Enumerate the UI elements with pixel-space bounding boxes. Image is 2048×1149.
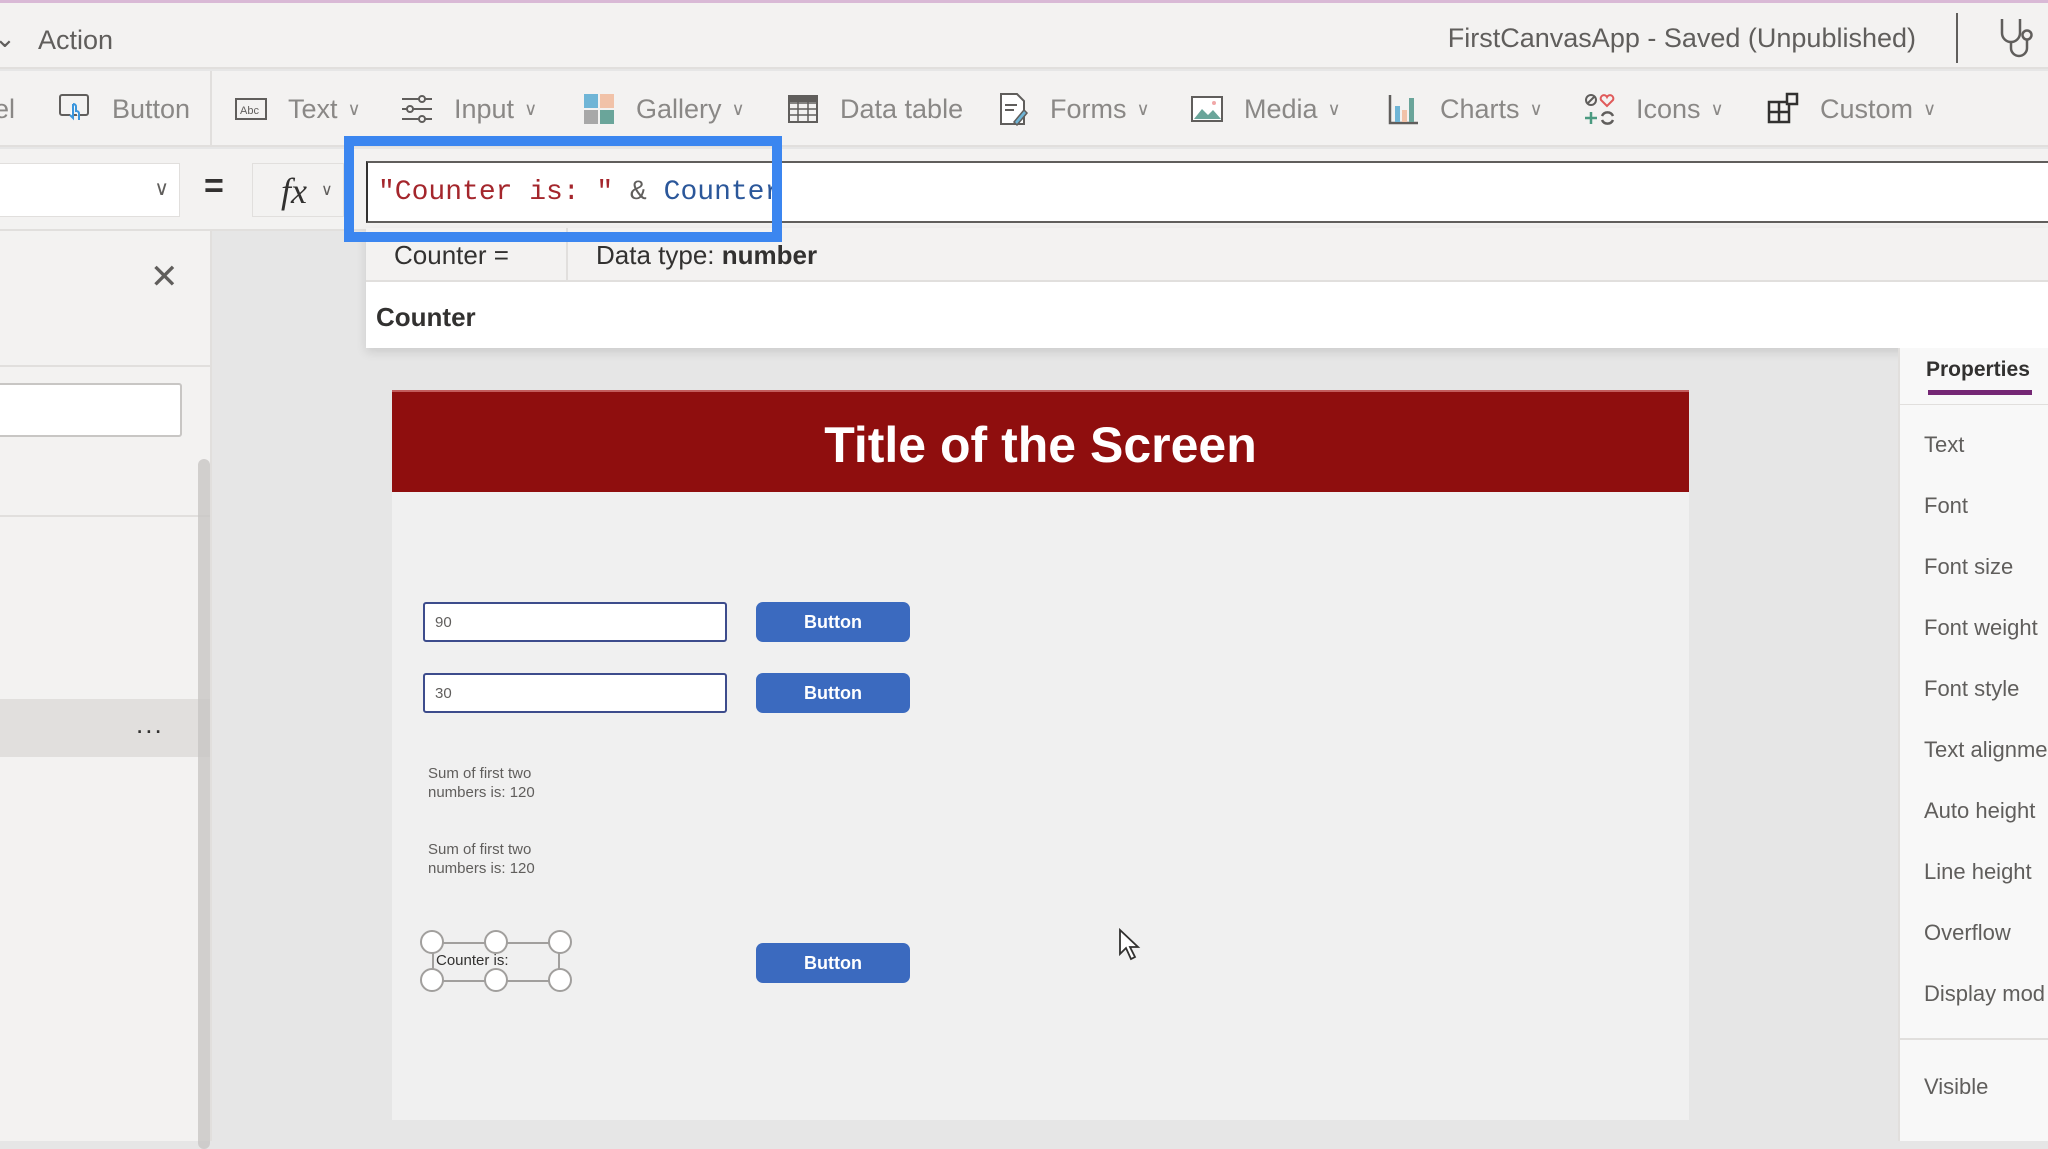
chevron-down-icon: ∨ bbox=[1923, 98, 1937, 119]
toolbar-forms[interactable]: Forms ∨ bbox=[996, 89, 1150, 129]
property-line-height[interactable]: Line height bbox=[1924, 859, 2032, 885]
toolbar-text[interactable]: Abc Text ∨ bbox=[234, 89, 361, 129]
toolbar-icons[interactable]: Icons ∨ bbox=[1582, 89, 1724, 129]
counter-label-selected[interactable]: Counter is: bbox=[420, 930, 572, 992]
intellisense-popup: Counter = Data type: number Counter bbox=[366, 228, 2048, 348]
text-input-1[interactable]: 90 bbox=[423, 602, 727, 642]
text-input-2[interactable]: 30 bbox=[423, 673, 727, 713]
chart-icon bbox=[1388, 95, 1418, 125]
property-visible[interactable]: Visible bbox=[1924, 1074, 1988, 1100]
sliders-icon bbox=[402, 95, 432, 123]
stethoscope-icon[interactable] bbox=[1996, 15, 2036, 59]
canvas-button-3[interactable]: Button bbox=[756, 943, 910, 983]
icons-icon bbox=[1585, 94, 1615, 125]
fx-icon: fx bbox=[281, 171, 307, 211]
property-dropdown[interactable]: ∨ bbox=[0, 163, 180, 217]
property-font-weight[interactable]: Font weight bbox=[1924, 615, 2038, 641]
canvas-button-1[interactable]: Button bbox=[756, 602, 910, 642]
image-icon bbox=[1191, 96, 1223, 122]
toolbar-input[interactable]: Input ∨ bbox=[400, 89, 537, 129]
canvas-button-2[interactable]: Button bbox=[756, 673, 910, 713]
close-icon[interactable]: ✕ bbox=[150, 257, 179, 297]
mouse-cursor-icon bbox=[1119, 928, 1141, 961]
divider bbox=[1900, 404, 2048, 405]
chevron-down-icon: ∨ bbox=[154, 178, 169, 200]
property-auto-height[interactable]: Auto height bbox=[1924, 798, 2035, 824]
formula-identifier: Counter bbox=[663, 177, 782, 208]
counter-label-text: Counter is: bbox=[436, 952, 509, 969]
app-canvas: Title of the Screen 90 Button 30 Button … bbox=[392, 390, 1689, 1120]
text-abc-icon: Abc bbox=[235, 98, 267, 120]
property-text-alignment[interactable]: Text alignme bbox=[1924, 737, 2048, 763]
sum-label-1[interactable]: Sum of first two numbers is: 120 bbox=[428, 764, 588, 802]
chevron-down-icon: ∨ bbox=[347, 98, 361, 119]
resize-handle[interactable] bbox=[484, 930, 508, 954]
toolbar-custom[interactable]: Custom ∨ bbox=[1766, 89, 1936, 129]
property-text[interactable]: Text bbox=[1924, 432, 1964, 458]
chevron-icon: ⌄ bbox=[0, 23, 16, 53]
form-icon bbox=[1000, 93, 1029, 126]
formula-operator: & bbox=[613, 177, 664, 208]
svg-text:Abc: Abc bbox=[240, 105, 259, 117]
chevron-down-icon: ∨ bbox=[1710, 98, 1724, 119]
tab-properties[interactable]: Properties bbox=[1926, 358, 2030, 382]
resize-handle[interactable] bbox=[548, 930, 572, 954]
chevron-down-icon: ∨ bbox=[321, 182, 333, 199]
property-font-style[interactable]: Font style bbox=[1924, 676, 2019, 702]
screen-title: Title of the Screen bbox=[824, 417, 1257, 473]
fx-button[interactable]: fx ∨ bbox=[252, 163, 344, 217]
resize-handle[interactable] bbox=[420, 968, 444, 992]
toolbar-divider bbox=[210, 71, 212, 147]
chevron-down-icon: ∨ bbox=[1529, 98, 1543, 119]
title-divider bbox=[1956, 13, 1958, 63]
property-overflow[interactable]: Overflow bbox=[1924, 920, 2011, 946]
data-type-info: Data type: number bbox=[596, 240, 818, 270]
custom-component-icon bbox=[1767, 92, 1799, 124]
gallery-icon bbox=[584, 94, 614, 124]
insert-toolbar: el Button Abc Text ∨ Input ∨ Gallery ∨ Data… bbox=[0, 71, 2048, 147]
toolbar-data-table[interactable]: Data table bbox=[786, 89, 963, 129]
chevron-down-icon: ∨ bbox=[731, 98, 745, 119]
divider bbox=[0, 515, 212, 517]
resize-handle[interactable] bbox=[484, 968, 508, 992]
property-display-mode[interactable]: Display mod bbox=[1924, 981, 2045, 1007]
divider bbox=[0, 365, 212, 367]
property-font-size[interactable]: Font size bbox=[1924, 554, 2013, 580]
chevron-down-icon: ∨ bbox=[1136, 98, 1150, 119]
intellisense-header: Counter = Data type: number bbox=[366, 228, 2048, 282]
formula-string-literal: "Counter is: " bbox=[378, 177, 614, 208]
active-tab-indicator bbox=[1928, 390, 2032, 395]
chevron-down-icon: ∨ bbox=[1327, 98, 1341, 119]
properties-pane: Properties Text Font Font size Font weig… bbox=[1898, 348, 2048, 1141]
header-divider bbox=[566, 228, 568, 282]
formula-input[interactable]: "Counter is: " & Counter bbox=[366, 161, 2048, 223]
resize-handle[interactable] bbox=[420, 930, 444, 954]
toolbar-gallery[interactable]: Gallery ∨ bbox=[582, 89, 745, 129]
equals-sign: = bbox=[204, 167, 224, 205]
search-input[interactable] bbox=[0, 383, 182, 437]
suggestion-item[interactable]: Counter bbox=[376, 302, 476, 333]
resize-handle[interactable] bbox=[548, 968, 572, 992]
tree-view-pane: ✕ ... bbox=[0, 231, 212, 1149]
table-icon bbox=[788, 95, 818, 123]
title-bar: ⌄ Action FirstCanvasApp - Saved (Unpubli… bbox=[0, 3, 2048, 69]
chevron-down-icon: ∨ bbox=[524, 98, 538, 119]
variable-name: Counter = bbox=[394, 240, 509, 270]
divider bbox=[1900, 1038, 2048, 1040]
toolbar-media[interactable]: Media ∨ bbox=[1190, 89, 1341, 129]
property-font[interactable]: Font bbox=[1924, 493, 1968, 519]
more-options-icon[interactable]: ... bbox=[136, 709, 164, 740]
toolbar-button[interactable]: Button bbox=[58, 89, 190, 129]
app-save-status: FirstCanvasApp - Saved (Unpublished) bbox=[1447, 23, 1916, 53]
formula-bar: ∨ = fx ∨ "Counter is: " & Counter bbox=[0, 149, 2048, 231]
tree-item-selected[interactable]: ... bbox=[0, 699, 212, 757]
scrollbar[interactable] bbox=[198, 459, 210, 1149]
toolbar-label[interactable]: el bbox=[0, 89, 15, 129]
screen-header[interactable]: Title of the Screen bbox=[392, 390, 1689, 492]
menu-action[interactable]: Action bbox=[38, 25, 113, 56]
button-icon bbox=[59, 94, 89, 121]
toolbar-charts[interactable]: Charts ∨ bbox=[1386, 89, 1543, 129]
sum-label-2[interactable]: Sum of first two numbers is: 120 bbox=[428, 840, 588, 878]
